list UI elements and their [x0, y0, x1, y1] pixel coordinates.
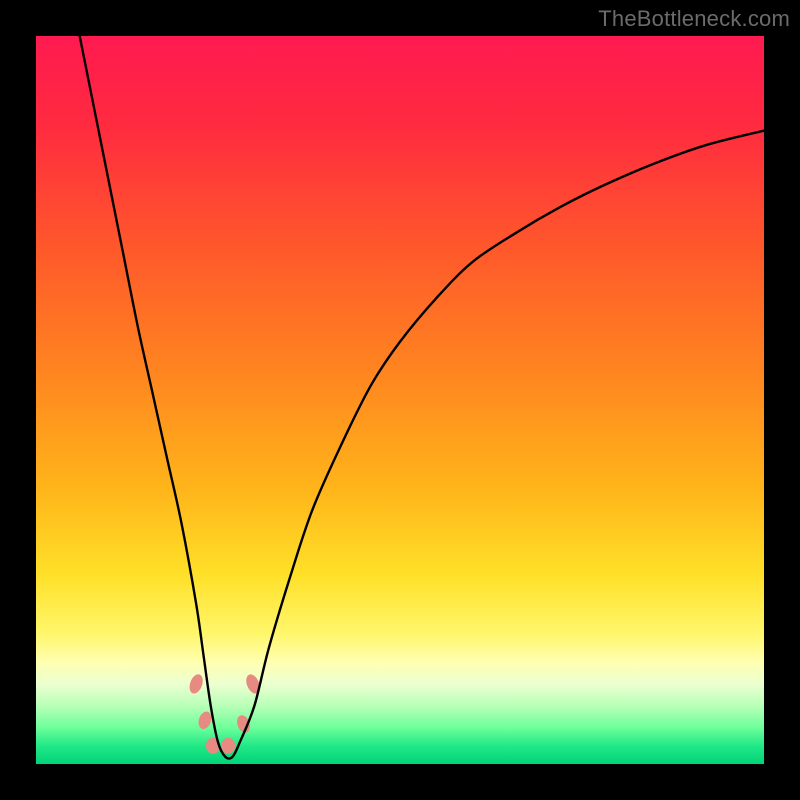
marker-bead	[221, 738, 235, 754]
chart-frame: TheBottleneck.com	[0, 0, 800, 800]
bottleneck-curve	[80, 36, 764, 759]
curve-layer	[36, 36, 764, 764]
watermark-text: TheBottleneck.com	[598, 6, 790, 32]
marker-bead	[187, 672, 205, 695]
plot-area	[36, 36, 764, 764]
